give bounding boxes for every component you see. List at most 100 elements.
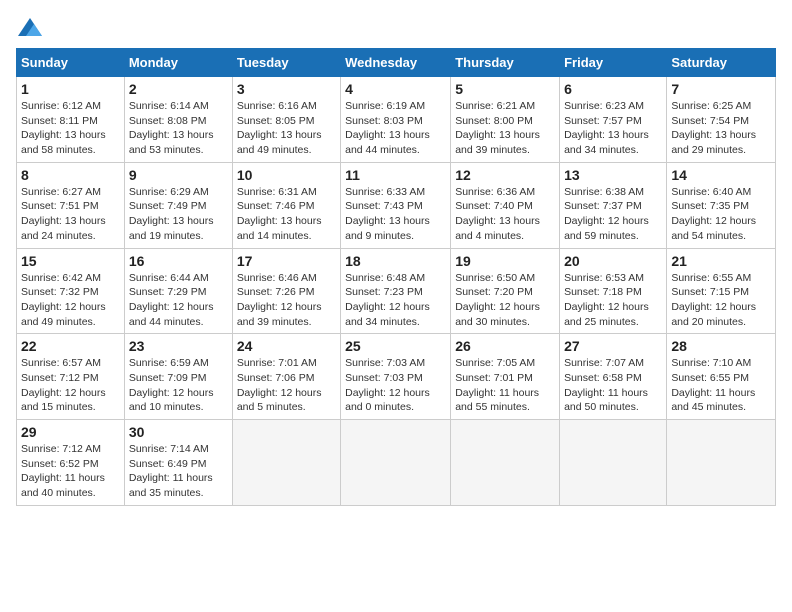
day-number: 29 [21, 424, 120, 440]
table-row [451, 420, 560, 506]
table-row: 15 Sunrise: 6:42 AM Sunset: 7:32 PM Dayli… [17, 248, 125, 334]
table-row [232, 420, 340, 506]
table-row: 2 Sunrise: 6:14 AM Sunset: 8:08 PM Daylig… [124, 77, 232, 163]
day-info: Sunrise: 6:33 AM Sunset: 7:43 PM Dayligh… [345, 185, 446, 244]
day-info: Sunrise: 7:12 AM Sunset: 6:52 PM Dayligh… [21, 442, 120, 501]
col-wednesday: Wednesday [341, 49, 451, 77]
col-monday: Monday [124, 49, 232, 77]
table-row: 10 Sunrise: 6:31 AM Sunset: 7:46 PM Dayli… [232, 162, 340, 248]
day-info: Sunrise: 6:25 AM Sunset: 7:54 PM Dayligh… [671, 99, 771, 158]
day-info: Sunrise: 6:59 AM Sunset: 7:09 PM Dayligh… [129, 356, 228, 415]
day-number: 2 [129, 81, 228, 97]
day-number: 7 [671, 81, 771, 97]
day-info: Sunrise: 6:36 AM Sunset: 7:40 PM Dayligh… [455, 185, 555, 244]
calendar-week-3: 15 Sunrise: 6:42 AM Sunset: 7:32 PM Dayli… [17, 248, 776, 334]
table-row: 17Sunrise: 6:46 AM Sunset: 7:26 PM Dayli… [232, 248, 340, 334]
table-row: 22Sunrise: 6:57 AM Sunset: 7:12 PM Dayli… [17, 334, 125, 420]
table-row: 3 Sunrise: 6:16 AM Sunset: 8:05 PM Daylig… [232, 77, 340, 163]
calendar-week-5: 29 Sunrise: 7:12 AM Sunset: 6:52 PM Dayli… [17, 420, 776, 506]
day-number: 20 [564, 253, 662, 269]
table-row: 30 Sunrise: 7:14 AM Sunset: 6:49 PM Dayli… [124, 420, 232, 506]
day-number: 13 [564, 167, 662, 183]
day-number: 1 [21, 81, 120, 97]
col-sunday: Sunday [17, 49, 125, 77]
day-number: 28 [671, 338, 771, 354]
calendar-week-1: 1 Sunrise: 6:12 AM Sunset: 8:11 PM Daylig… [17, 77, 776, 163]
day-number: 3 [237, 81, 336, 97]
day-info: Sunrise: 6:55 AM Sunset: 7:15 PM Dayligh… [671, 271, 771, 330]
day-number: 5 [455, 81, 555, 97]
day-info: Sunrise: 6:38 AM Sunset: 7:37 PM Dayligh… [564, 185, 662, 244]
calendar-week-2: 8 Sunrise: 6:27 AM Sunset: 7:51 PM Daylig… [17, 162, 776, 248]
table-row: 14 Sunrise: 6:40 AM Sunset: 7:35 PM Dayli… [667, 162, 776, 248]
table-row: 21 Sunrise: 6:55 AM Sunset: 7:15 PM Dayli… [667, 248, 776, 334]
day-number: 17 [237, 253, 336, 269]
day-info: Sunrise: 6:21 AM Sunset: 8:00 PM Dayligh… [455, 99, 555, 158]
col-friday: Friday [560, 49, 667, 77]
logo-icon [16, 16, 44, 40]
day-number: 18 [345, 253, 446, 269]
day-number: 8 [21, 167, 120, 183]
page-header [16, 16, 776, 40]
table-row: 24 Sunrise: 7:01 AM Sunset: 7:06 PM Dayli… [232, 334, 340, 420]
table-row: 28 Sunrise: 7:10 AM Sunset: 6:55 PM Dayli… [667, 334, 776, 420]
day-info: Sunrise: 6:14 AM Sunset: 8:08 PM Dayligh… [129, 99, 228, 158]
table-row: 8 Sunrise: 6:27 AM Sunset: 7:51 PM Daylig… [17, 162, 125, 248]
table-row [341, 420, 451, 506]
table-row: 5 Sunrise: 6:21 AM Sunset: 8:00 PM Daylig… [451, 77, 560, 163]
day-number: 16 [129, 253, 228, 269]
day-number: 9 [129, 167, 228, 183]
day-info: Sunrise: 7:10 AM Sunset: 6:55 PM Dayligh… [671, 356, 771, 415]
day-number: 30 [129, 424, 228, 440]
day-number: 4 [345, 81, 446, 97]
table-row: 4 Sunrise: 6:19 AM Sunset: 8:03 PM Daylig… [341, 77, 451, 163]
table-row: 16 Sunrise: 6:44 AM Sunset: 7:29 PM Dayli… [124, 248, 232, 334]
table-row: 11Sunrise: 6:33 AM Sunset: 7:43 PM Dayli… [341, 162, 451, 248]
day-info: Sunrise: 6:40 AM Sunset: 7:35 PM Dayligh… [671, 185, 771, 244]
day-number: 10 [237, 167, 336, 183]
col-tuesday: Tuesday [232, 49, 340, 77]
day-info: Sunrise: 6:23 AM Sunset: 7:57 PM Dayligh… [564, 99, 662, 158]
table-row: 25Sunrise: 7:03 AM Sunset: 7:03 PM Dayli… [341, 334, 451, 420]
weekday-header-row: Sunday Monday Tuesday Wednesday Thursday… [17, 49, 776, 77]
col-saturday: Saturday [667, 49, 776, 77]
day-number: 12 [455, 167, 555, 183]
table-row: 23 Sunrise: 6:59 AM Sunset: 7:09 PM Dayli… [124, 334, 232, 420]
table-row: 9 Sunrise: 6:29 AM Sunset: 7:49 PM Daylig… [124, 162, 232, 248]
day-info: Sunrise: 7:03 AM Sunset: 7:03 PM Dayligh… [345, 356, 446, 415]
day-number: 15 [21, 253, 120, 269]
day-info: Sunrise: 6:12 AM Sunset: 8:11 PM Dayligh… [21, 99, 120, 158]
day-info: Sunrise: 6:50 AM Sunset: 7:20 PM Dayligh… [455, 271, 555, 330]
table-row: 1 Sunrise: 6:12 AM Sunset: 8:11 PM Daylig… [17, 77, 125, 163]
table-row: 6Sunrise: 6:23 AM Sunset: 7:57 PM Daylig… [560, 77, 667, 163]
day-info: Sunrise: 6:53 AM Sunset: 7:18 PM Dayligh… [564, 271, 662, 330]
table-row: 7 Sunrise: 6:25 AM Sunset: 7:54 PM Daylig… [667, 77, 776, 163]
day-info: Sunrise: 6:29 AM Sunset: 7:49 PM Dayligh… [129, 185, 228, 244]
table-row [667, 420, 776, 506]
day-info: Sunrise: 6:16 AM Sunset: 8:05 PM Dayligh… [237, 99, 336, 158]
day-info: Sunrise: 6:42 AM Sunset: 7:32 PM Dayligh… [21, 271, 120, 330]
day-info: Sunrise: 7:01 AM Sunset: 7:06 PM Dayligh… [237, 356, 336, 415]
day-info: Sunrise: 7:14 AM Sunset: 6:49 PM Dayligh… [129, 442, 228, 501]
day-info: Sunrise: 7:07 AM Sunset: 6:58 PM Dayligh… [564, 356, 662, 415]
day-number: 23 [129, 338, 228, 354]
day-number: 21 [671, 253, 771, 269]
day-info: Sunrise: 6:48 AM Sunset: 7:23 PM Dayligh… [345, 271, 446, 330]
table-row: 18 Sunrise: 6:48 AM Sunset: 7:23 PM Dayli… [341, 248, 451, 334]
table-row: 20 Sunrise: 6:53 AM Sunset: 7:18 PM Dayli… [560, 248, 667, 334]
day-number: 14 [671, 167, 771, 183]
calendar: Sunday Monday Tuesday Wednesday Thursday… [16, 48, 776, 506]
logo [16, 16, 48, 40]
day-info: Sunrise: 7:05 AM Sunset: 7:01 PM Dayligh… [455, 356, 555, 415]
table-row: 26 Sunrise: 7:05 AM Sunset: 7:01 PM Dayli… [451, 334, 560, 420]
day-info: Sunrise: 6:19 AM Sunset: 8:03 PM Dayligh… [345, 99, 446, 158]
day-number: 24 [237, 338, 336, 354]
day-info: Sunrise: 6:27 AM Sunset: 7:51 PM Dayligh… [21, 185, 120, 244]
day-number: 27 [564, 338, 662, 354]
table-row: 27 Sunrise: 7:07 AM Sunset: 6:58 PM Dayli… [560, 334, 667, 420]
day-info: Sunrise: 6:31 AM Sunset: 7:46 PM Dayligh… [237, 185, 336, 244]
calendar-week-4: 22Sunrise: 6:57 AM Sunset: 7:12 PM Dayli… [17, 334, 776, 420]
day-info: Sunrise: 6:44 AM Sunset: 7:29 PM Dayligh… [129, 271, 228, 330]
table-row [560, 420, 667, 506]
day-number: 26 [455, 338, 555, 354]
